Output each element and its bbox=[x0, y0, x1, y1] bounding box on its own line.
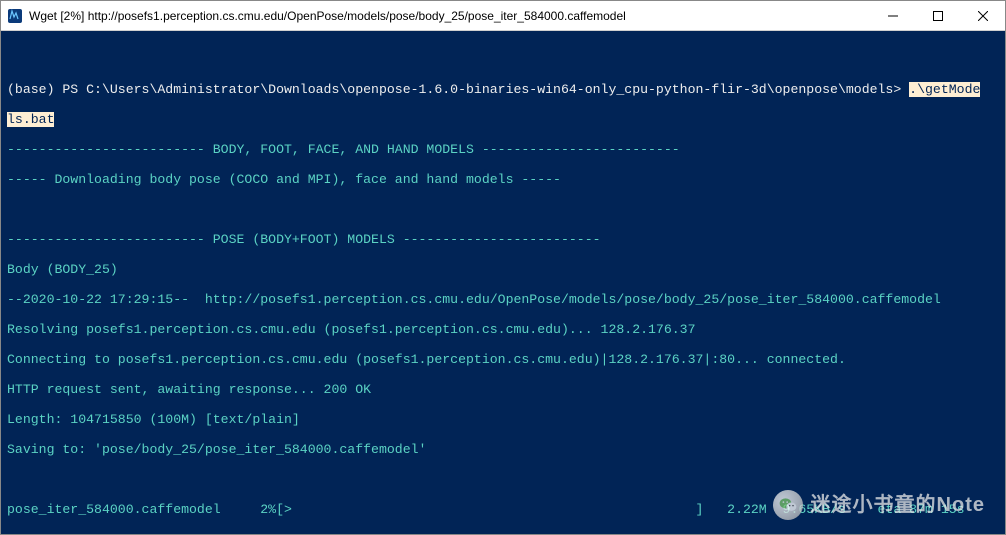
watermark: 迷途小书童的Note bbox=[773, 490, 985, 520]
minimize-button[interactable] bbox=[870, 1, 915, 30]
close-button[interactable] bbox=[960, 1, 1005, 30]
prompt-line-2: ls.bat bbox=[7, 112, 997, 127]
window-title: Wget [2%] http://posefs1.perception.cs.c… bbox=[29, 9, 870, 23]
timestamp-url: --2020-10-22 17:29:15-- http://posefs1.p… bbox=[7, 292, 997, 307]
command-part1: .\getMode bbox=[909, 82, 980, 97]
watermark-text: 迷途小书童的Note bbox=[811, 498, 985, 513]
command-part2: ls.bat bbox=[7, 112, 54, 127]
saving-line: Saving to: 'pose/body_25/pose_iter_58400… bbox=[7, 442, 997, 457]
window-controls bbox=[870, 1, 1005, 30]
wechat-icon bbox=[773, 490, 803, 520]
body25-label: Body (BODY_25) bbox=[7, 262, 997, 277]
downloading-msg: ----- Downloading body pose (COCO and MP… bbox=[7, 172, 997, 187]
app-window: Wget [2%] http://posefs1.perception.cs.c… bbox=[0, 0, 1006, 535]
terminal-body[interactable]: (base) PS C:\Users\Administrator\Downloa… bbox=[1, 31, 1005, 534]
prompt-text: (base) PS C:\Users\Administrator\Downloa… bbox=[7, 82, 909, 97]
connect-line: Connecting to posefs1.perception.cs.cmu.… bbox=[7, 352, 997, 367]
http-line: HTTP request sent, awaiting response... … bbox=[7, 382, 997, 397]
app-icon bbox=[7, 8, 23, 24]
section-header-pose: ------------------------- POSE (BODY+FOO… bbox=[7, 232, 997, 247]
length-line: Length: 104715850 (100M) [text/plain] bbox=[7, 412, 997, 427]
resolve-line: Resolving posefs1.perception.cs.cmu.edu … bbox=[7, 322, 997, 337]
prompt-line: (base) PS C:\Users\Administrator\Downloa… bbox=[7, 82, 997, 97]
maximize-button[interactable] bbox=[915, 1, 960, 30]
section-header-models: ------------------------- BODY, FOOT, FA… bbox=[7, 142, 997, 157]
titlebar[interactable]: Wget [2%] http://posefs1.perception.cs.c… bbox=[1, 1, 1005, 31]
